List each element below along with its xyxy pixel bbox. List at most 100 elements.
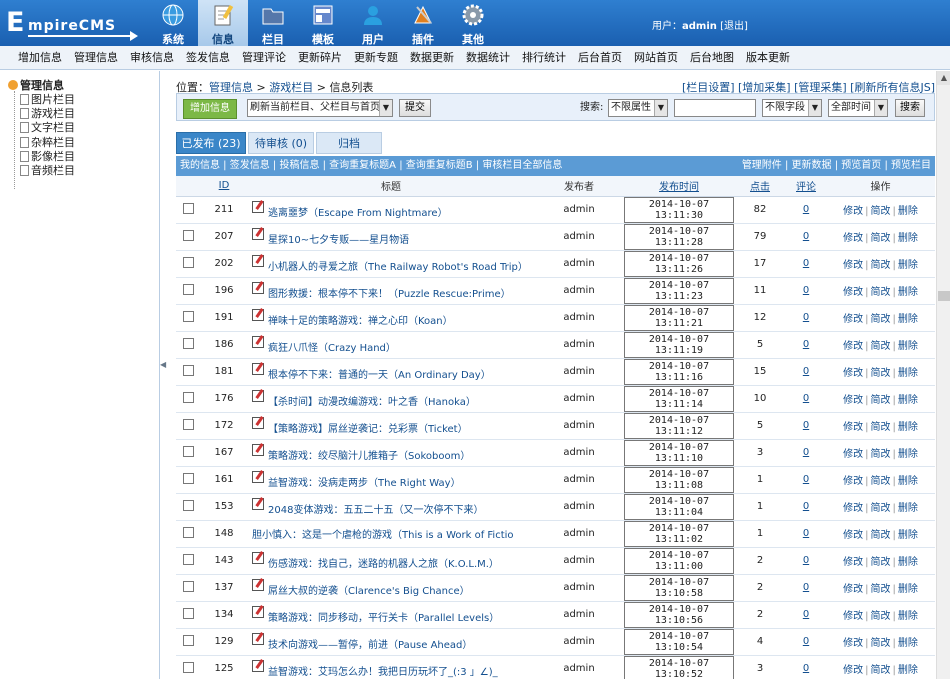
row-comments-link[interactable]: 0	[803, 474, 809, 485]
subnav-item-3[interactable]: 签发信息	[180, 46, 236, 70]
row-checkbox[interactable]	[182, 337, 194, 349]
row-checkbox[interactable]	[182, 553, 194, 565]
row-checkbox[interactable]	[182, 445, 194, 457]
row-title-link[interactable]: 2048变体游戏：五五二十五（又一次停不下来）	[268, 505, 483, 516]
search-input[interactable]	[674, 99, 756, 117]
sidebar-item[interactable]: 音频栏目	[20, 162, 75, 178]
delete-link[interactable]: 删除	[898, 584, 918, 595]
subnav-item-10[interactable]: 后台首页	[572, 46, 628, 70]
simple-link[interactable]: 简改	[871, 233, 891, 244]
delete-link[interactable]: 删除	[898, 422, 918, 433]
topnav-item-1[interactable]: 信息	[198, 0, 248, 46]
row-checkbox[interactable]	[182, 607, 194, 619]
row-checkbox[interactable]	[182, 634, 194, 646]
edit-link[interactable]: 修改	[843, 233, 863, 244]
row-title-link[interactable]: 屌丝大叔的逆袭（Clarence's Big Chance）	[268, 586, 470, 597]
simple-link[interactable]: 简改	[871, 287, 891, 298]
subnav-item-4[interactable]: 管理评论	[236, 46, 292, 70]
delete-link[interactable]: 删除	[898, 476, 918, 487]
delete-link[interactable]: 删除	[898, 557, 918, 568]
row-comments-link[interactable]: 0	[803, 447, 809, 458]
row-checkbox[interactable]	[182, 202, 194, 214]
row-checkbox[interactable]	[182, 256, 194, 268]
simple-link[interactable]: 简改	[871, 449, 891, 460]
subnav-item-5[interactable]: 更新碎片	[292, 46, 348, 70]
simple-link[interactable]: 简改	[871, 422, 891, 433]
logout-link[interactable]: [退出]	[720, 21, 748, 32]
simple-link[interactable]: 简改	[871, 260, 891, 271]
row-title-link[interactable]: 小机器人的寻爱之旅（The Railway Robot's Road Trip）	[268, 262, 528, 273]
delete-link[interactable]: 删除	[898, 638, 918, 649]
row-comments-link[interactable]: 0	[803, 663, 809, 674]
simple-link[interactable]: 简改	[871, 341, 891, 352]
simple-link[interactable]: 简改	[871, 476, 891, 487]
action-links-left[interactable]: 我的信息 | 签发信息 | 投稿信息 | 查询重复标题A | 查询重复标题B |…	[180, 160, 562, 171]
scrollbar[interactable]: ▲	[936, 71, 950, 679]
topnav-item-2[interactable]: 栏目	[248, 0, 298, 46]
row-title-link[interactable]: 【策略游戏】屌丝逆袭记：兑彩票（Ticket）	[268, 424, 468, 435]
row-comments-link[interactable]: 0	[803, 501, 809, 512]
delete-link[interactable]: 删除	[898, 233, 918, 244]
edit-link[interactable]: 修改	[843, 395, 863, 406]
row-comments-link[interactable]: 0	[803, 285, 809, 296]
row-checkbox[interactable]	[182, 310, 194, 322]
row-title-link[interactable]: 根本停不下来：普通的一天（An Ordinary Day）	[268, 370, 491, 381]
subnav-item-9[interactable]: 排行统计	[516, 46, 572, 70]
scroll-thumb[interactable]	[938, 291, 950, 301]
submit-button[interactable]: 提交	[399, 99, 431, 117]
edit-link[interactable]: 修改	[843, 341, 863, 352]
simple-link[interactable]: 简改	[871, 584, 891, 595]
delete-link[interactable]: 删除	[898, 449, 918, 460]
row-title-link[interactable]: 策略游戏：同步移动，平行关卡（Parallel Levels）	[268, 613, 499, 624]
row-title-link[interactable]: 益智游戏：没病走两步（The Right Way）	[268, 478, 461, 489]
row-comments-link[interactable]: 0	[803, 312, 809, 323]
edit-link[interactable]: 修改	[843, 449, 863, 460]
row-title-link[interactable]: 星探10~七夕专贩——星月物语	[268, 235, 409, 246]
subnav-item-1[interactable]: 管理信息	[68, 46, 124, 70]
subnav-item-0[interactable]: 增加信息	[12, 46, 68, 70]
row-comments-link[interactable]: 0	[803, 582, 809, 593]
row-checkbox[interactable]	[182, 229, 194, 241]
row-comments-link[interactable]: 0	[803, 339, 809, 350]
row-checkbox[interactable]	[182, 283, 194, 295]
delete-link[interactable]: 删除	[898, 206, 918, 217]
delete-link[interactable]: 删除	[898, 287, 918, 298]
edit-link[interactable]: 修改	[843, 638, 863, 649]
row-title-link[interactable]: 【杀时间】动漫改编游戏：叶之香（Hanoka）	[268, 397, 476, 408]
subnav-item-12[interactable]: 后台地图	[684, 46, 740, 70]
simple-link[interactable]: 简改	[871, 665, 891, 676]
collapse-sidebar-icon[interactable]: ◀	[160, 360, 166, 376]
simple-link[interactable]: 简改	[871, 206, 891, 217]
edit-link[interactable]: 修改	[843, 287, 863, 298]
row-title-link[interactable]: 疯狂八爪怪（Crazy Hand）	[268, 343, 396, 354]
delete-link[interactable]: 删除	[898, 665, 918, 676]
edit-link[interactable]: 修改	[843, 665, 863, 676]
search-button[interactable]: 搜索	[895, 99, 925, 117]
topnav-item-3[interactable]: 模板	[298, 0, 348, 46]
edit-link[interactable]: 修改	[843, 476, 863, 487]
row-comments-link[interactable]: 0	[803, 420, 809, 431]
header-comments[interactable]: 评论	[796, 182, 816, 193]
subnav-item-2[interactable]: 审核信息	[124, 46, 180, 70]
delete-link[interactable]: 删除	[898, 260, 918, 271]
topnav-item-4[interactable]: 用户	[348, 0, 398, 46]
topnav-item-6[interactable]: 其他	[448, 0, 498, 46]
row-checkbox[interactable]	[182, 418, 194, 430]
row-title-link[interactable]: 益智游戏：艾玛怎么办！我把日历玩坏了_(:3 」∠)_	[268, 667, 498, 678]
simple-link[interactable]: 简改	[871, 395, 891, 406]
row-comments-link[interactable]: 0	[803, 609, 809, 620]
row-checkbox[interactable]	[182, 472, 194, 484]
edit-link[interactable]: 修改	[843, 368, 863, 379]
simple-link[interactable]: 简改	[871, 611, 891, 622]
row-title-link[interactable]: 逃离噩梦（Escape From Nightmare）	[268, 208, 448, 219]
header-clicks[interactable]: 点击	[750, 182, 770, 193]
row-title-link[interactable]: 技术向游戏——暂停，前进（Pause Ahead）	[268, 640, 472, 651]
simple-link[interactable]: 简改	[871, 314, 891, 325]
row-title-link[interactable]: 禅味十足的策略游戏：禅之心印（Koan）	[268, 316, 453, 327]
edit-link[interactable]: 修改	[843, 503, 863, 514]
subnav-item-8[interactable]: 数据统计	[460, 46, 516, 70]
subnav-item-13[interactable]: 版本更新	[740, 46, 796, 70]
simple-link[interactable]: 简改	[871, 368, 891, 379]
tab-2[interactable]: 归档	[316, 132, 382, 154]
edit-link[interactable]: 修改	[843, 422, 863, 433]
